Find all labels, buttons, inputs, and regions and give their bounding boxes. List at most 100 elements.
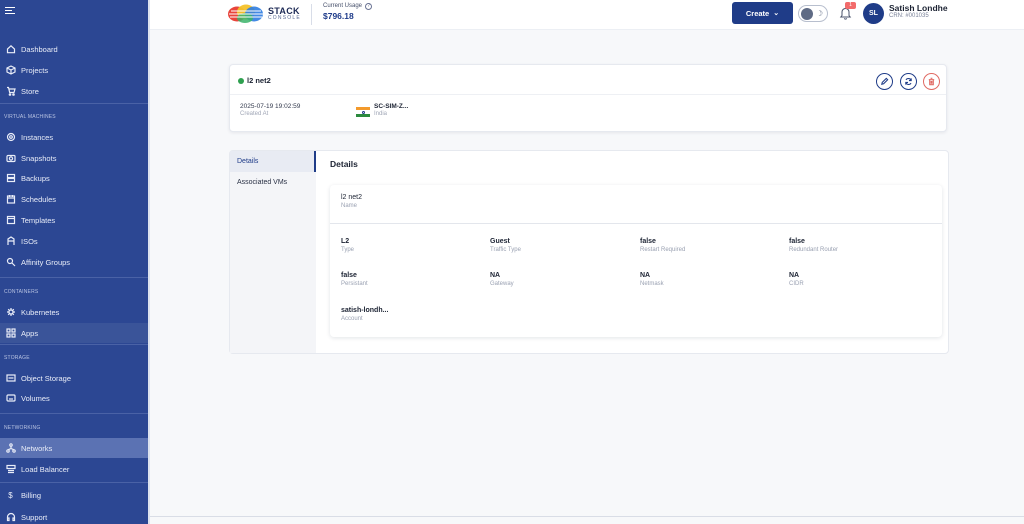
sidebar-item-support[interactable]: Support (0, 507, 148, 524)
field-value: false (341, 272, 357, 279)
section-storage: STORAGE (4, 355, 30, 361)
refresh-icon (905, 77, 912, 86)
field-value: NA (490, 272, 501, 279)
apps-icon (5, 328, 16, 339)
stack-console-logo[interactable]: STACK CONSOLE (227, 3, 301, 25)
sidebar-item-schedules[interactable]: Schedules (0, 189, 148, 209)
sidebar-item-dashboard[interactable]: Dashboard (0, 39, 148, 59)
sidebar-item-label: Networks (21, 443, 53, 453)
avatar[interactable]: SL (863, 3, 884, 24)
cube-icon (5, 65, 16, 76)
sidebar-item-snapshots[interactable]: Snapshots (0, 148, 148, 168)
sidebar-divider (0, 277, 148, 278)
sidebar-divider (0, 103, 148, 104)
sidebar-item-label: Object Storage (21, 373, 72, 383)
sidebar-item-label: Backups (21, 173, 50, 183)
field-label: Netmask (640, 281, 664, 288)
field-value: L2 (341, 238, 350, 245)
sidebar-divider (0, 344, 148, 345)
created-at-value: 2025-07-19 19:02:59 (240, 103, 301, 110)
field-label: Type (341, 247, 355, 254)
field-netmask: NA Netmask (640, 271, 664, 289)
sidebar-item-label: Volumes (21, 393, 50, 403)
sidebar-item-templates[interactable]: Templates (0, 210, 148, 230)
field-persistant: false Persistant (341, 271, 368, 289)
dollar-icon: $ (8, 490, 13, 500)
sidebar-item-backups[interactable]: Backups (0, 168, 148, 188)
tab-associated-vms[interactable]: Associated VMs (230, 172, 316, 193)
sidebar-item-billing[interactable]: $ Billing (0, 485, 148, 505)
create-button[interactable]: Create ⌄ (732, 2, 793, 24)
sidebar-item-label: Dashboard (21, 44, 58, 54)
sidebar-item-kubernetes[interactable]: Kubernetes (0, 302, 148, 322)
delete-button[interactable] (923, 73, 940, 90)
sidebar-item-networks[interactable]: Networks (0, 438, 148, 458)
field-value: false (789, 238, 805, 245)
header-separator (311, 4, 312, 25)
home-icon (5, 44, 16, 55)
card-divider (230, 94, 946, 95)
status-dot-icon (238, 77, 244, 84)
logo-subtitle: CONSOLE (268, 15, 301, 21)
field-restart-required: false Restart Required (640, 237, 685, 255)
backup-icon (5, 173, 16, 184)
sidebar-item-projects[interactable]: Projects (0, 60, 148, 80)
field-label: Restart Required (640, 247, 686, 254)
sidebar-item-affinity-groups[interactable]: Affinity Groups (0, 252, 148, 272)
load-balancer-icon (5, 464, 16, 475)
section-containers: CONTAINERS (4, 289, 39, 295)
field-label: Persistant (341, 281, 368, 288)
sun-icon (801, 8, 813, 20)
sidebar-item-load-balancer[interactable]: Load Balancer (0, 459, 148, 479)
field-label: Redundant Router (789, 247, 839, 254)
field-value: NA (640, 272, 651, 279)
user-name: Satish Londhe (889, 3, 948, 13)
sidebar-item-label: Load Balancer (21, 464, 70, 474)
top-header: STACK CONSOLE Current Usage? $796.18 Cre… (150, 0, 1024, 30)
chevron-down-icon: ⌄ (773, 10, 780, 17)
sidebar-item-object-storage[interactable]: Object Storage (0, 368, 148, 388)
network-summary-card: l2 net2 2025-07-19 19:02:59 Created At S… (229, 64, 947, 132)
field-label: CIDR (789, 281, 804, 288)
field-label: Gateway (490, 281, 514, 288)
sidebar-item-apps[interactable]: Apps (0, 323, 148, 343)
details-card: l2 net2 Name L2 Type Guest Traffic Type … (330, 185, 942, 337)
trash-icon (928, 77, 935, 86)
sidebar: Dashboard Projects Store VIRTUAL MACHINE… (0, 0, 148, 524)
tab-details[interactable]: Details (230, 151, 316, 172)
field-value: l2 net2 (341, 194, 363, 201)
zone: SC-SIM-Z... India (374, 103, 408, 119)
network-icon (5, 443, 16, 454)
current-usage: Current Usage? $796.18 (323, 3, 373, 22)
sidebar-item-label: Billing (21, 490, 42, 500)
logo-mark-icon (227, 3, 265, 25)
edit-button[interactable] (876, 73, 893, 90)
sidebar-item-volumes[interactable]: Volumes (0, 388, 148, 408)
field-value: false (640, 238, 656, 245)
sidebar-divider (0, 482, 148, 483)
kubernetes-icon (5, 307, 16, 318)
sidebar-item-instances[interactable]: Instances (0, 127, 148, 147)
sidebar-item-isos[interactable]: ISOs (0, 231, 148, 251)
tab-list: Details Associated VMs (230, 151, 316, 353)
field-account: satish-londh... Account (341, 306, 388, 324)
field-label: Name (341, 203, 358, 210)
created-at-label: Created At (240, 111, 269, 118)
created-at: 2025-07-19 19:02:59 Created At (240, 103, 300, 119)
help-icon[interactable]: ? (365, 3, 373, 10)
refresh-button[interactable] (900, 73, 917, 90)
user-info[interactable]: Satish Londhe CRN: #001035 (889, 3, 948, 20)
field-type: L2 Type (341, 237, 354, 255)
india-flag-icon (356, 107, 370, 117)
sidebar-item-store[interactable]: Store (0, 81, 148, 101)
sidebar-item-label: Store (21, 86, 39, 96)
usage-label: Current Usage (323, 3, 363, 10)
sidebar-item-label: Apps (21, 328, 39, 338)
cart-icon (5, 86, 16, 97)
support-icon (5, 512, 16, 523)
hamburger-menu-icon[interactable] (5, 7, 15, 15)
template-icon (5, 215, 16, 226)
field-redundant-router: false Redundant Router (789, 237, 838, 255)
sidebar-item-label: ISOs (21, 236, 38, 246)
theme-toggle[interactable]: ☽ (798, 5, 828, 22)
